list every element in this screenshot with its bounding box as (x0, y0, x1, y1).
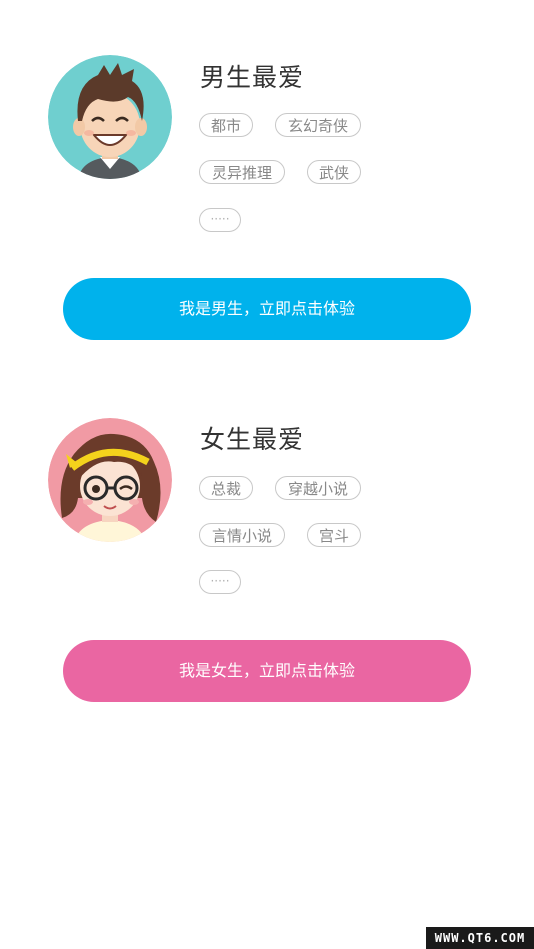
tag-yanqing-xiaoshuo[interactable]: 言情小说 (199, 523, 285, 547)
tag-wuxia[interactable]: 武侠 (307, 160, 361, 184)
tag-xuanhuan-qixia[interactable]: 玄幻奇侠 (275, 113, 361, 137)
tag-zongcai[interactable]: 总裁 (199, 476, 253, 500)
tag-lingyi-tuili[interactable]: 灵异推理 (199, 160, 285, 184)
male-more-tag[interactable]: ····· (199, 208, 241, 232)
male-experience-button[interactable]: 我是男生，立即点击体验 (63, 278, 471, 340)
site-watermark: WWW.QT6.COM (426, 927, 534, 949)
male-avatar (48, 55, 172, 179)
female-title: 女生最爱 (200, 425, 305, 454)
female-experience-button[interactable]: 我是女生，立即点击体验 (63, 640, 471, 702)
tag-dushi[interactable]: 都市 (199, 113, 253, 137)
tag-gongdou[interactable]: 宫斗 (307, 523, 361, 547)
male-title: 男生最爱 (200, 63, 305, 92)
tag-chuanyue-xiaoshuo[interactable]: 穿越小说 (275, 476, 361, 500)
female-avatar (48, 418, 172, 542)
female-more-tag[interactable]: ····· (199, 570, 241, 594)
